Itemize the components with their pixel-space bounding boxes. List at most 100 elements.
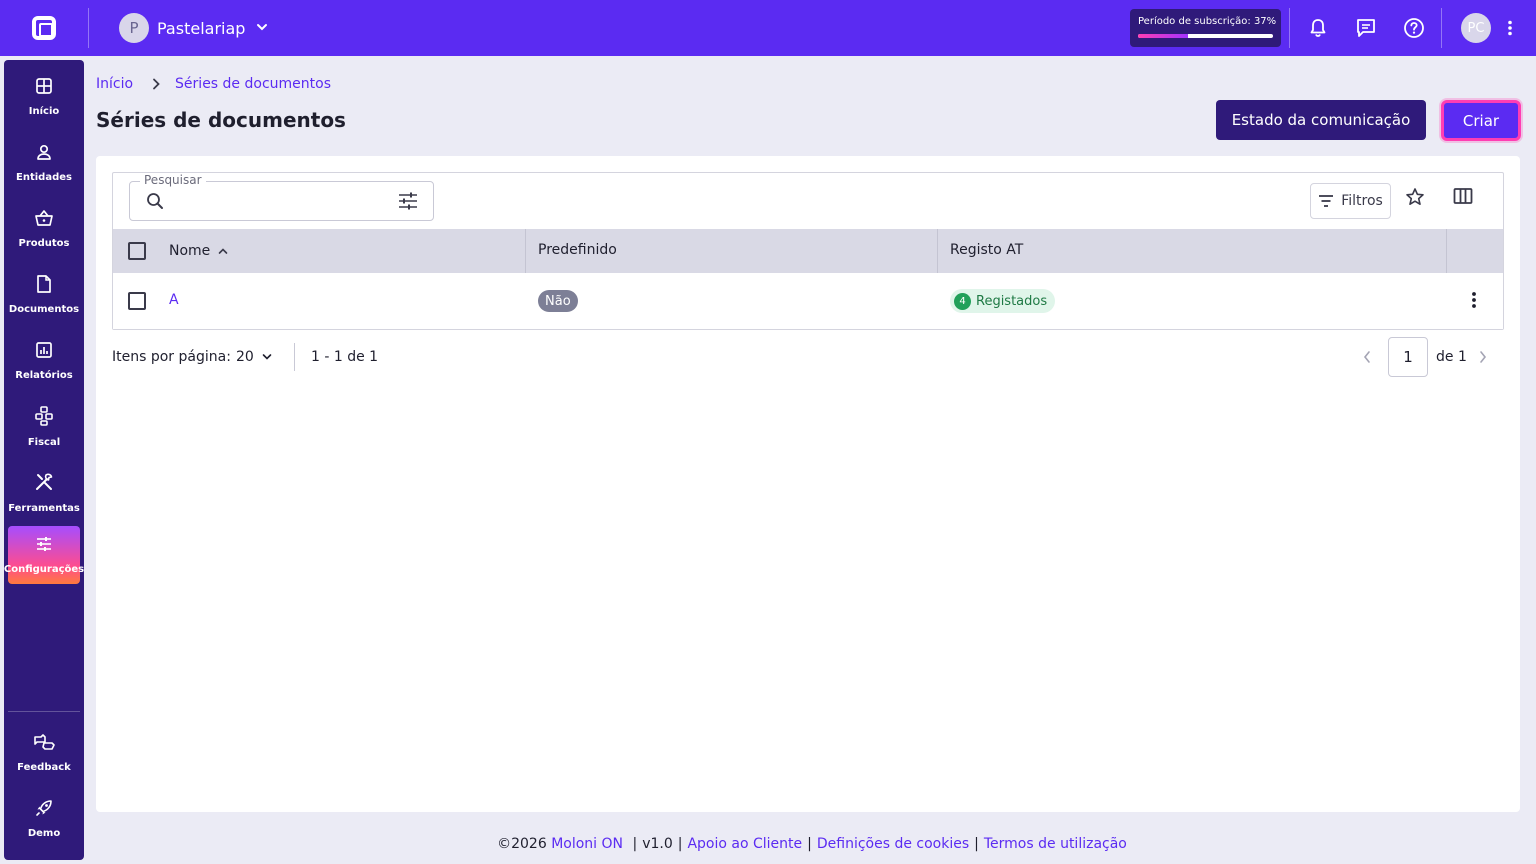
footer: ©2026 Moloni ON | v1.0 | Apoio ao Cliente | D… bbox=[0, 836, 1536, 852]
search-input[interactable] bbox=[174, 190, 384, 212]
sidebar-item-label: Relatórios bbox=[15, 370, 73, 381]
pagination: Itens por página: 20 1 - 1 de 1 de 1 bbox=[112, 337, 1504, 377]
column-divider bbox=[1446, 229, 1447, 273]
columns-icon[interactable] bbox=[1453, 187, 1473, 209]
sidebar-item-label: Fiscal bbox=[27, 437, 61, 448]
subscription-progress-bar bbox=[1138, 34, 1273, 38]
pagination-divider bbox=[294, 343, 295, 371]
chevron-down-icon bbox=[262, 353, 272, 361]
fiscal-hierarchy-icon bbox=[35, 406, 53, 430]
subscription-progress-fill bbox=[1138, 34, 1188, 38]
topbar-divider bbox=[88, 8, 89, 48]
person-icon bbox=[35, 143, 53, 165]
settings-sliders-icon bbox=[35, 535, 53, 557]
sidebar-item-relatorios[interactable]: Relatórios bbox=[8, 332, 80, 390]
advanced-search-tune-icon[interactable] bbox=[398, 192, 418, 214]
sidebar-item-ferramentas[interactable]: Ferramentas bbox=[8, 464, 80, 522]
more-vertical-icon[interactable] bbox=[1497, 14, 1523, 42]
footer-brand-link[interactable]: Moloni ON bbox=[551, 836, 623, 852]
table-header: Nome Predefinido Registo AT bbox=[113, 229, 1503, 273]
search-label: Pesquisar bbox=[140, 173, 206, 187]
company-avatar: P bbox=[119, 13, 149, 43]
notifications-bell-icon[interactable] bbox=[1304, 14, 1332, 42]
filters-button[interactable]: Filtros bbox=[1310, 183, 1391, 219]
items-per-page-label: Itens por página: bbox=[112, 349, 231, 365]
sidebar-item-inicio[interactable]: Início bbox=[8, 68, 80, 126]
content-card: Pesquisar Filtros Nome Predefinido Regis… bbox=[96, 156, 1520, 812]
registration-count: 4 bbox=[954, 292, 971, 310]
column-header-predefinido[interactable]: Predefinido bbox=[538, 242, 617, 258]
footer-separator: | bbox=[677, 836, 683, 852]
footer-copyright: ©2026 bbox=[497, 836, 547, 852]
sort-ascending-icon bbox=[218, 247, 228, 255]
app-logo[interactable] bbox=[0, 0, 88, 56]
sidebar-item-configuracoes[interactable]: Configurações bbox=[4, 526, 84, 584]
footer-cookies-link[interactable]: Definições de cookies bbox=[817, 836, 969, 852]
messages-chat-icon[interactable] bbox=[1352, 14, 1380, 42]
user-avatar[interactable]: PC bbox=[1461, 13, 1491, 43]
sidebar-divider bbox=[8, 711, 80, 712]
row-checkbox[interactable] bbox=[128, 292, 146, 310]
topbar-divider bbox=[1441, 8, 1442, 48]
breadcrumb-current-link[interactable]: Séries de documentos bbox=[175, 76, 331, 92]
topbar-divider bbox=[1289, 8, 1290, 48]
default-status-badge: Não bbox=[538, 290, 578, 312]
tools-icon bbox=[34, 472, 54, 496]
communication-status-button[interactable]: Estado da comunicação bbox=[1216, 100, 1426, 140]
company-selector[interactable]: P Pastelariap bbox=[119, 13, 269, 43]
footer-separator: | bbox=[974, 836, 979, 852]
create-button[interactable]: Criar bbox=[1441, 100, 1521, 141]
home-grid-icon bbox=[35, 77, 53, 99]
feedback-icon bbox=[33, 733, 55, 755]
sidebar-item-label: Configurações bbox=[3, 564, 85, 575]
chevron-right-icon bbox=[151, 78, 161, 90]
column-header-registo-at[interactable]: Registo AT bbox=[950, 242, 1023, 258]
subscription-label: Período de subscrição: 37% bbox=[1138, 16, 1277, 27]
sidebar-item-label: Início bbox=[28, 106, 60, 117]
sidebar-item-label: Produtos bbox=[18, 238, 70, 249]
breadcrumb: Início Séries de documentos bbox=[96, 76, 331, 92]
filter-icon bbox=[1318, 194, 1334, 208]
help-question-icon[interactable] bbox=[1400, 14, 1428, 42]
report-chart-icon bbox=[35, 341, 53, 363]
registration-label: Registados bbox=[976, 293, 1048, 309]
top-bar: P Pastelariap Período de subscrição: 37%… bbox=[0, 0, 1536, 56]
footer-terms-link[interactable]: Termos de utilização bbox=[984, 836, 1127, 852]
sidebar-item-label: Ferramentas bbox=[8, 503, 80, 514]
table-row[interactable]: A Não 4 Registados bbox=[113, 273, 1503, 329]
chevron-down-icon bbox=[255, 19, 269, 38]
at-registration-badge: 4 Registados bbox=[950, 289, 1056, 313]
footer-support-link[interactable]: Apoio ao Cliente bbox=[687, 836, 802, 852]
company-name: Pastelariap bbox=[157, 18, 246, 38]
sidebar-item-label: Feedback bbox=[17, 762, 71, 773]
search-icon bbox=[146, 192, 164, 214]
sidebar-item-produtos[interactable]: Produtos bbox=[8, 200, 80, 258]
previous-page-chevron-icon[interactable] bbox=[1362, 350, 1372, 368]
sidebar-item-fiscal[interactable]: Fiscal bbox=[8, 398, 80, 456]
column-divider bbox=[525, 229, 526, 273]
row-more-vertical-icon[interactable] bbox=[1471, 291, 1477, 313]
rocket-icon bbox=[35, 799, 53, 821]
total-pages-label: de 1 bbox=[1436, 349, 1467, 365]
next-page-chevron-icon[interactable] bbox=[1478, 350, 1488, 368]
sidebar: Início Entidades Produtos Documentos Rel… bbox=[4, 60, 84, 860]
items-per-page-select[interactable]: 20 bbox=[236, 349, 272, 365]
sidebar-item-label: Documentos bbox=[8, 304, 80, 315]
breadcrumb-home-link[interactable]: Início bbox=[96, 76, 133, 92]
select-all-checkbox[interactable] bbox=[128, 242, 146, 260]
footer-version: v1.0 bbox=[642, 836, 673, 852]
sidebar-item-feedback[interactable]: Feedback bbox=[8, 724, 80, 782]
items-per-page-value: 20 bbox=[236, 349, 254, 365]
sidebar-item-documentos[interactable]: Documentos bbox=[8, 266, 80, 324]
footer-separator: | bbox=[807, 836, 812, 852]
document-icon bbox=[36, 275, 52, 297]
column-header-nome[interactable]: Nome bbox=[169, 243, 228, 259]
current-page-input[interactable] bbox=[1388, 337, 1428, 377]
favorite-star-icon[interactable] bbox=[1405, 187, 1425, 211]
row-name-link[interactable]: A bbox=[169, 292, 179, 308]
search-field[interactable]: Pesquisar bbox=[129, 173, 434, 221]
sidebar-item-entidades[interactable]: Entidades bbox=[8, 134, 80, 192]
filters-label: Filtros bbox=[1341, 193, 1383, 209]
subscription-period[interactable]: Período de subscrição: 37% bbox=[1130, 9, 1281, 47]
column-header-label: Nome bbox=[169, 243, 211, 259]
